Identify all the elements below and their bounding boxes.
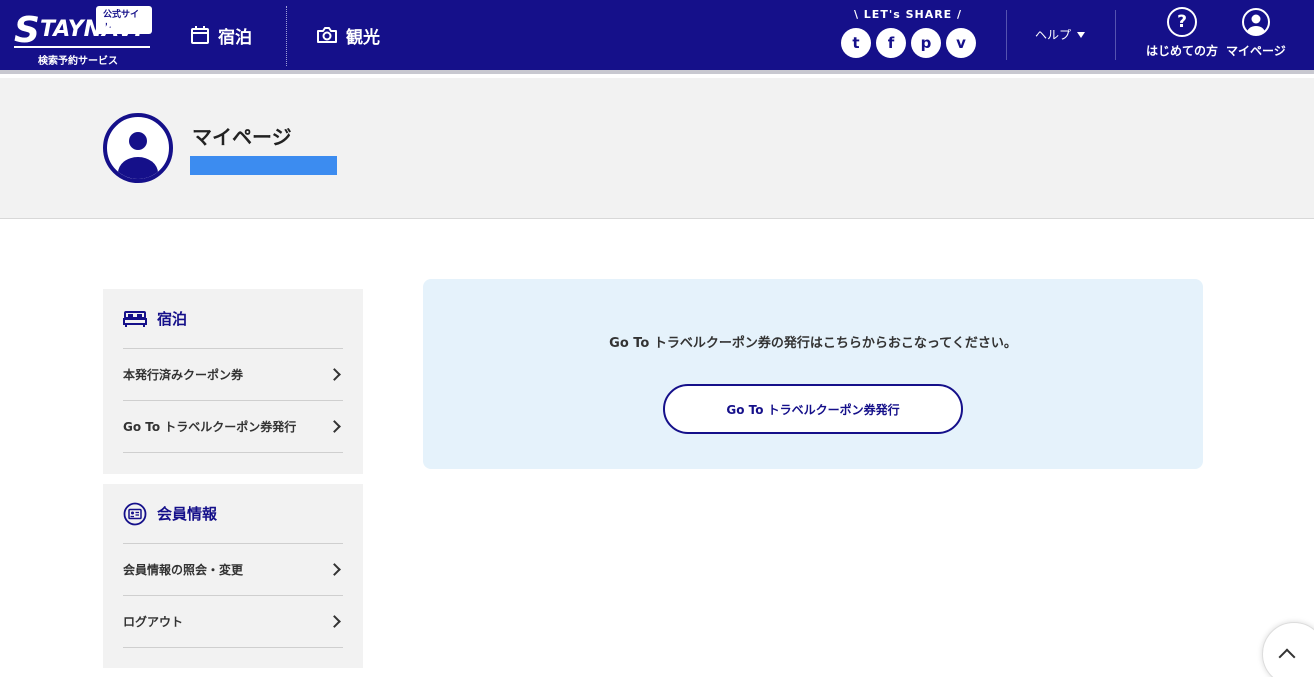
pocket-icon[interactable]: v	[946, 28, 976, 58]
sidebar-section-member: 会員情報 会員情報の照会・変更 ログアウト	[103, 484, 363, 668]
nav-lodging-label: 宿泊	[218, 27, 252, 48]
nav-lodging[interactable]: 宿泊	[190, 20, 252, 50]
pinterest-icon[interactable]: p	[911, 28, 941, 58]
first-time-button[interactable]: ? はじめての方	[1146, 7, 1218, 59]
sidebar-item-label: 本発行済みクーポン券	[123, 368, 244, 382]
first-time-label: はじめての方	[1146, 44, 1219, 58]
logo-rule	[14, 46, 150, 48]
facebook-icon[interactable]: f	[876, 28, 906, 58]
logo-name: TAYNAVI	[39, 17, 143, 42]
nav-sightseeing[interactable]: 観光	[316, 20, 380, 50]
user-name-bar	[190, 156, 337, 175]
sidebar-item-logout[interactable]: ログアウト	[123, 596, 343, 648]
user-avatar-icon	[118, 132, 158, 179]
twitter-icon[interactable]: t	[841, 28, 871, 58]
header-separator	[1006, 10, 1007, 60]
sidebar-item-member-info[interactable]: 会員情報の照会・変更	[123, 544, 343, 596]
chevron-right-icon	[328, 563, 341, 576]
calendar-icon	[191, 26, 209, 44]
chevron-up-icon	[1278, 648, 1296, 666]
coupon-issue-panel: Go To トラベルクーポン券の発行はこちらからおこなってください。 Go To…	[423, 279, 1203, 469]
question-icon: ?	[1167, 7, 1197, 37]
sidebar-item-label: ログアウト	[123, 615, 184, 629]
site-header: 公式サイト STAYNAVI 検索予約サービス 宿泊 観光 \ LET's SH…	[0, 0, 1314, 74]
logo-initial: S	[14, 10, 40, 51]
help-label: ヘルプ	[1035, 28, 1072, 42]
mypage-label: マイページ	[1226, 44, 1286, 58]
page-title: マイページ	[192, 125, 292, 149]
sidebar-item-label: 会員情報の照会・変更	[123, 563, 244, 577]
goto-coupon-issue-button[interactable]: Go To トラベルクーポン券発行	[663, 384, 963, 434]
sidebar-heading-member: 会員情報	[123, 484, 343, 544]
sidebar-section-lodging: 宿泊 本発行済みクーポン券 Go To トラベルクーポン券発行	[103, 289, 363, 474]
logo-subtitle: 検索予約サービス	[38, 56, 118, 67]
chevron-right-icon	[328, 368, 341, 381]
share-icons: t f p v	[841, 28, 978, 58]
header-separator	[1115, 10, 1116, 60]
logo-wordmark: STAYNAVI	[14, 13, 143, 49]
sidebar-heading-label: 宿泊	[157, 310, 188, 328]
nav-divider	[286, 6, 287, 66]
staynavi-logo[interactable]: 公式サイト STAYNAVI 検索予約サービス	[14, 6, 152, 68]
sidebar-heading-lodging: 宿泊	[123, 289, 343, 349]
sidebar-heading-label: 会員情報	[157, 505, 218, 523]
help-dropdown[interactable]: ヘルプ	[1035, 26, 1086, 43]
camera-icon	[317, 27, 337, 43]
caret-down-icon	[1077, 31, 1086, 38]
sidebar-item-goto-coupon-issue[interactable]: Go To トラベルクーポン券発行	[123, 401, 343, 453]
share-block: \ LET's SHARE / t f p v	[838, 8, 978, 58]
coupon-issue-message: Go To トラベルクーポン券の発行はこちらからおこなってください。	[609, 336, 1017, 351]
user-icon	[1241, 8, 1270, 36]
sidebar-item-label: Go To トラベルクーポン券発行	[123, 420, 297, 434]
sidebar-item-issued-coupons[interactable]: 本発行済みクーポン券	[123, 349, 343, 401]
avatar	[103, 113, 173, 183]
nav-sightseeing-label: 観光	[346, 27, 380, 48]
mypage-button[interactable]: マイページ	[1226, 7, 1286, 59]
chevron-right-icon	[328, 420, 341, 433]
id-card-icon	[123, 502, 147, 525]
share-title: \ LET's SHARE /	[853, 8, 963, 21]
chevron-right-icon	[328, 615, 341, 628]
page-title-band: マイページ	[0, 78, 1314, 219]
scroll-to-top-button[interactable]	[1262, 622, 1314, 677]
bed-icon	[123, 310, 147, 327]
